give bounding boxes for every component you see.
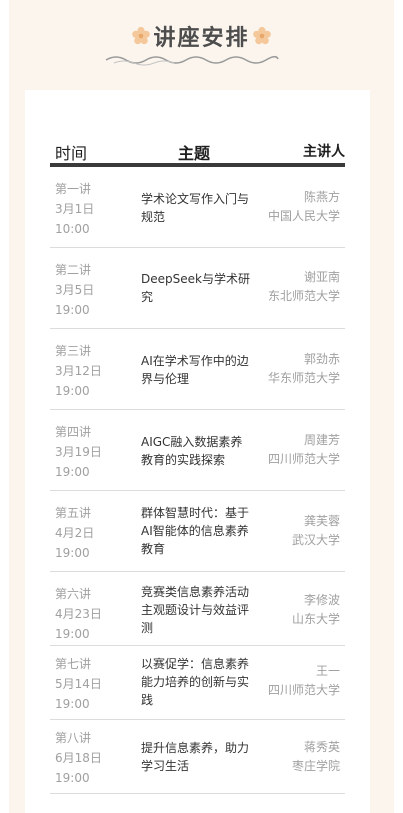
row-speaker: 周建芳 四川师范大学 (268, 431, 340, 469)
table-row: 第三讲 3月12日 19:00 AI在学术写作中的边界与伦理 郭劲赤 华东师范大… (50, 329, 345, 410)
row-speaker: 李修波 山东大学 (292, 591, 340, 629)
lecture-topic: AIGC融入数据素养教育的实践探索 (141, 435, 243, 467)
header-time: 时间 (55, 144, 88, 163)
row-time: 第一讲 3月1日 10:00 (55, 179, 94, 239)
flower-icon (252, 26, 271, 45)
table-row: 第四讲 3月19日 19:00 AIGC融入数据素养教育的实践探索 周建芳 四川… (50, 410, 345, 491)
speaker-affiliation: 四川师范大学 (267, 683, 340, 697)
lecture-time: 19:00 (55, 546, 90, 560)
speaker-name: 陈燕方 (303, 190, 340, 204)
lecture-number: 第七讲 (55, 657, 92, 671)
lecture-time: 19:00 (55, 303, 90, 317)
section-title: 讲座安排 (0, 16, 403, 70)
row-speaker: 谢亚南 东北师范大学 (268, 268, 340, 306)
speaker-name: 郭劲赤 (303, 352, 340, 366)
speaker-affiliation: 东北师范大学 (267, 289, 340, 303)
row-time: 第二讲 3月5日 19:00 (55, 260, 94, 320)
row-speaker: 蒋秀英 枣庄学院 (292, 738, 340, 776)
speaker-name: 蒋秀英 (303, 740, 340, 754)
lecture-topic: AI在学术写作中的边界与伦理 (141, 354, 249, 386)
schedule-card: 时间 主题 主讲人 第一讲 3月1日 10:00 学术论文写作入门与规范 陈燕方… (25, 90, 370, 813)
lecture-number: 第一讲 (55, 182, 92, 196)
lecture-time: 19:00 (55, 384, 90, 398)
lecture-date: 6月18日 (55, 751, 102, 765)
lecture-time: 19:00 (55, 627, 90, 641)
row-time: 第六讲 4月23日 19:00 (55, 584, 102, 644)
schedule-table: 第一讲 3月1日 10:00 学术论文写作入门与规范 陈燕方 中国人民大学 第二… (50, 167, 345, 794)
speaker-affiliation: 华东师范大学 (267, 371, 340, 385)
table-row: 第八讲 6月18日 19:00 提升信息素养，助力学习生活 蒋秀英 枣庄学院 (50, 720, 345, 794)
header-speaker: 主讲人 (303, 144, 345, 160)
speaker-name: 王一 (315, 664, 340, 678)
table-row: 第一讲 3月1日 10:00 学术论文写作入门与规范 陈燕方 中国人民大学 (50, 167, 345, 248)
lecture-time: 19:00 (55, 465, 90, 479)
lecture-date: 3月1日 (55, 202, 95, 216)
row-speaker: 陈燕方 中国人民大学 (268, 188, 340, 226)
speaker-name: 周建芳 (303, 433, 340, 447)
lecture-number: 第二讲 (55, 263, 92, 277)
lecture-number: 第五讲 (55, 506, 92, 520)
lecture-date: 3月19日 (55, 445, 102, 459)
lecture-topic: 提升信息素养，助力学习生活 (141, 741, 250, 773)
speaker-affiliation: 山东大学 (291, 612, 340, 626)
speaker-name: 李修波 (303, 593, 340, 607)
lecture-topic: 学术论文写作入门与规范 (141, 192, 250, 224)
wavy-line-icon (105, 55, 279, 66)
row-time: 第七讲 5月14日 19:00 (55, 654, 102, 714)
row-time: 第五讲 4月2日 19:00 (55, 503, 94, 563)
lecture-time: 19:00 (55, 697, 90, 711)
row-time: 第四讲 3月19日 19:00 (55, 422, 102, 482)
lecture-number: 第六讲 (55, 587, 92, 601)
speaker-name: 龚芙蓉 (303, 514, 340, 528)
row-time: 第八讲 6月18日 19:00 (55, 728, 102, 788)
row-speaker: 龚芙蓉 武汉大学 (292, 512, 340, 550)
lecture-date: 3月5日 (55, 283, 95, 297)
lecture-date: 3月12日 (55, 364, 102, 378)
row-speaker: 王一 四川师范大学 (268, 662, 340, 700)
speaker-affiliation: 武汉大学 (291, 533, 340, 547)
page-title: 讲座安排 (153, 26, 250, 51)
table-header: 时间 主题 主讲人 (50, 132, 345, 166)
table-row: 第七讲 5月14日 19:00 以赛促学：信息素养能力培养的创新与实践 王一 四… (50, 646, 345, 720)
lecture-topic: 群体智慧时代：基于AI智能体的信息素养教育 (141, 506, 250, 556)
speaker-affiliation: 四川师范大学 (267, 452, 340, 466)
flower-icon (132, 26, 151, 45)
page: 讲座安排 时间 主题 主讲人 第一讲 3月1日 10:00 学术论文写作入门与规… (0, 0, 403, 813)
table-row: 第六讲 4月23日 19:00 竞赛类信息素养活动主观题设计与效益评测 李修波 … (50, 572, 345, 646)
table-row: 第五讲 4月2日 19:00 群体智慧时代：基于AI智能体的信息素养教育 龚芙蓉… (50, 491, 345, 572)
lecture-date: 4月23日 (55, 607, 102, 621)
lecture-date: 5月14日 (55, 677, 102, 691)
header-topic: 主题 (178, 144, 211, 163)
lecture-topic: 竞赛类信息素养活动主观题设计与效益评测 (141, 585, 250, 635)
lecture-date: 4月2日 (55, 526, 95, 540)
table-row: 第二讲 3月5日 19:00 DeepSeek与学术研究 谢亚南 东北师范大学 (50, 248, 345, 329)
lecture-topic: DeepSeek与学术研究 (141, 272, 250, 304)
row-speaker: 郭劲赤 华东师范大学 (268, 350, 340, 388)
lecture-time: 19:00 (55, 771, 90, 785)
lecture-time: 10:00 (55, 222, 90, 236)
lecture-number: 第八讲 (55, 731, 92, 745)
lecture-number: 第三讲 (55, 344, 92, 358)
speaker-affiliation: 枣庄学院 (291, 759, 340, 773)
row-time: 第三讲 3月12日 19:00 (55, 341, 102, 401)
lecture-number: 第四讲 (55, 425, 92, 439)
speaker-affiliation: 中国人民大学 (267, 209, 340, 223)
lecture-topic: 以赛促学：信息素养能力培养的创新与实践 (141, 657, 250, 707)
speaker-name: 谢亚南 (303, 270, 340, 284)
